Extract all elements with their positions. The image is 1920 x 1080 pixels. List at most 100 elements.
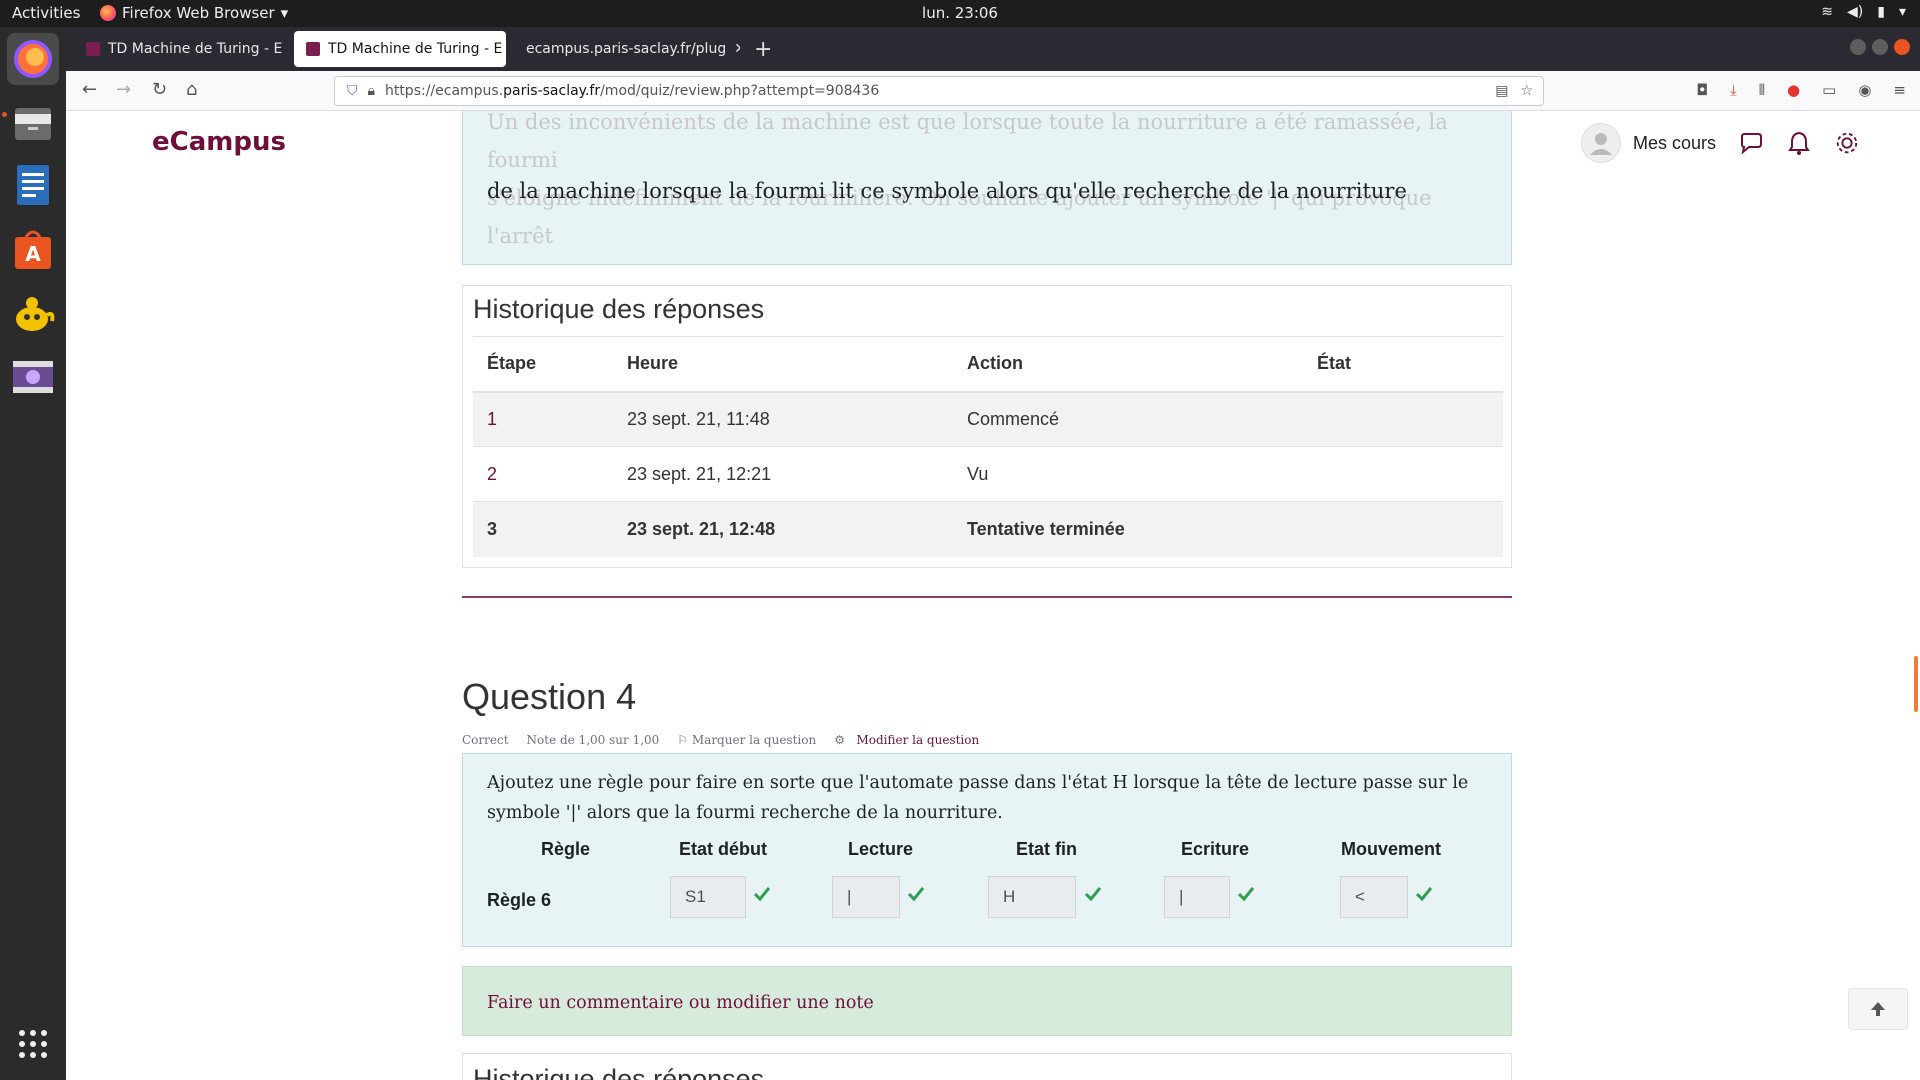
menu-icon[interactable]: ≡ — [1893, 81, 1906, 99]
row-state — [1303, 446, 1503, 502]
extension-icon[interactable]: ◉ — [1858, 81, 1871, 99]
close-window-button[interactable] — [1894, 39, 1910, 55]
col-heure: Heure — [613, 336, 953, 393]
etat-fin-field[interactable]: H — [988, 876, 1076, 918]
firefox-icon — [14, 40, 52, 78]
firefox-icon — [100, 5, 116, 21]
dock-files[interactable] — [7, 97, 59, 149]
question-4-text: Ajoutez une règle pour faire en sorte qu… — [487, 773, 1469, 823]
clock[interactable]: lun. 23:06 — [922, 4, 998, 22]
tab-title: ecampus.paris-saclay.fr/plug — [526, 41, 727, 57]
tab-title: TD Machine de Turing - E — [108, 41, 283, 57]
scrollbar[interactable] — [1914, 111, 1920, 1080]
scrollbar-thumb[interactable] — [1914, 656, 1918, 712]
col-etape: Étape — [473, 336, 613, 393]
chevron-down-icon: ▾ — [280, 4, 289, 22]
history-title: Historique des réponses — [473, 294, 765, 324]
adblock-icon[interactable]: ● — [1787, 81, 1800, 99]
etat-debut-field[interactable]: S1 — [670, 876, 746, 918]
row-time: 23 sept. 21, 12:48 — [613, 501, 953, 557]
activities-button[interactable]: Activities — [12, 4, 80, 22]
header-actions: Mes cours — [1580, 123, 1860, 163]
forward-icon[interactable]: → — [116, 79, 131, 100]
mouvement-field[interactable]: < — [1340, 876, 1408, 918]
table-row: 2 23 sept. 21, 12:21 Vu — [473, 446, 1503, 502]
home-icon[interactable]: ⌂ — [186, 79, 197, 100]
check-icon — [1084, 887, 1102, 902]
minimize-button[interactable] — [1850, 39, 1866, 55]
wifi-icon: ≋ — [1821, 4, 1834, 20]
edit-question-link[interactable]: ⚙ Modifier la question — [834, 733, 979, 747]
row-state — [1303, 501, 1503, 557]
step-link[interactable]: 1 — [487, 409, 497, 429]
url-text: https://ecampus.paris-saclay.fr/mod/quiz… — [384, 83, 880, 99]
tab-2-active[interactable]: TD Machine de Turing - E ✕ — [294, 31, 506, 67]
bell-icon[interactable] — [1786, 130, 1812, 156]
site-header: eCampus Mes cours — [66, 111, 1920, 175]
row-action: Vu — [953, 446, 1303, 502]
gear-icon[interactable] — [1834, 130, 1860, 156]
question-grade: Note de 1,00 sur 1,00 — [526, 733, 660, 747]
new-tab-button[interactable]: + — [754, 37, 772, 62]
reader-icon[interactable]: ▭ — [1822, 81, 1836, 99]
gear-icon: ⚙ — [834, 733, 845, 747]
close-tab-icon[interactable]: ✕ — [734, 41, 740, 57]
row-action: Commencé — [953, 391, 1303, 447]
arrow-up-icon — [1871, 1002, 1885, 1016]
chevron-down-icon: ▾ — [1898, 4, 1906, 20]
comment-box: Faire un commentaire ou modifier une not… — [462, 966, 1512, 1036]
svg-text:A: A — [25, 242, 41, 266]
check-icon — [1237, 887, 1255, 902]
url-bar[interactable]: ⛉ 🔒︎ https://ecampus.paris-saclay.fr/mod… — [334, 76, 1544, 106]
web-page: Un des inconvénients de la machine est q… — [66, 111, 1920, 1080]
row-time: 23 sept. 21, 12:21 — [613, 446, 953, 502]
flag-question-button[interactable]: ⚐ Marquer la question — [677, 733, 816, 747]
chat-icon[interactable] — [1738, 130, 1764, 156]
software-center-icon: A — [15, 230, 51, 269]
dock-video[interactable] — [7, 351, 59, 403]
downloads-icon[interactable]: ⤓ — [1730, 81, 1737, 99]
reader-view-icon[interactable]: ▤ — [1495, 83, 1508, 99]
battery-icon: ▮ — [1877, 4, 1885, 20]
check-icon — [907, 887, 925, 902]
maximize-button[interactable] — [1872, 39, 1888, 55]
library-icon[interactable]: ⫴ — [1759, 81, 1765, 99]
reload-icon[interactable]: ↻ — [152, 79, 167, 100]
site-logo[interactable]: eCampus — [152, 127, 286, 157]
ecriture-field[interactable]: | — [1164, 876, 1230, 918]
tab-1[interactable]: TD Machine de Turing - E ✕ — [74, 31, 286, 67]
question-status: Correct — [462, 733, 509, 747]
dock-firefox[interactable] — [7, 33, 59, 85]
shield-icon: ⛉ — [347, 83, 358, 99]
system-tray[interactable]: ≋ ◀) ▮ ▾ — [1821, 4, 1906, 20]
mes-cours-link[interactable]: Mes cours — [1633, 133, 1716, 154]
avatar[interactable] — [1580, 123, 1621, 163]
pocket-icon[interactable]: ◘ — [1696, 81, 1708, 99]
favicon-icon — [86, 42, 100, 56]
dock-writer[interactable] — [7, 159, 59, 211]
comment-link[interactable]: Faire un commentaire ou modifier une not… — [487, 993, 874, 1013]
col-action: Action — [953, 336, 1303, 393]
bookmark-star-icon[interactable]: ☆ — [1520, 83, 1533, 99]
lecture-field[interactable]: | — [832, 876, 900, 918]
question-3-text: de la machine lorsque la fourmi lit ce s… — [487, 179, 1407, 203]
step-link[interactable]: 2 — [487, 464, 497, 484]
question-4-info: Correct Note de 1,00 sur 1,00 ⚐ Marquer … — [462, 733, 979, 747]
dock: A — [0, 27, 66, 1080]
app-menu[interactable]: Firefox Web Browser ▾ — [100, 4, 288, 22]
system-top-bar: Activities Firefox Web Browser ▾ lun. 23… — [0, 0, 1920, 27]
table-row: 1 23 sept. 21, 11:48 Commencé — [473, 391, 1503, 447]
dock-teapot[interactable] — [7, 287, 59, 339]
tab-3[interactable]: ecampus.paris-saclay.fr/plug ✕ — [514, 31, 740, 67]
history-table: Étape Heure Action État 1 23 sept. 21, 1… — [473, 336, 1503, 557]
browser-nav-bar: ← → ↻ ⌂ ⛉ 🔒︎ https://ecampus.paris-sacla… — [66, 71, 1920, 111]
header-ecriture: Ecriture — [1181, 839, 1250, 859]
header-mouvement: Mouvement — [1341, 839, 1442, 859]
back-icon[interactable]: ← — [82, 79, 97, 100]
row-time: 23 sept. 21, 11:48 — [613, 391, 953, 447]
show-apps-icon[interactable] — [18, 1029, 48, 1059]
dock-software[interactable]: A — [7, 223, 59, 275]
back-to-top-button[interactable] — [1848, 988, 1908, 1030]
video-editor-icon — [13, 361, 53, 393]
response-history: Historique des réponses Étape Heure Acti… — [462, 285, 1512, 568]
